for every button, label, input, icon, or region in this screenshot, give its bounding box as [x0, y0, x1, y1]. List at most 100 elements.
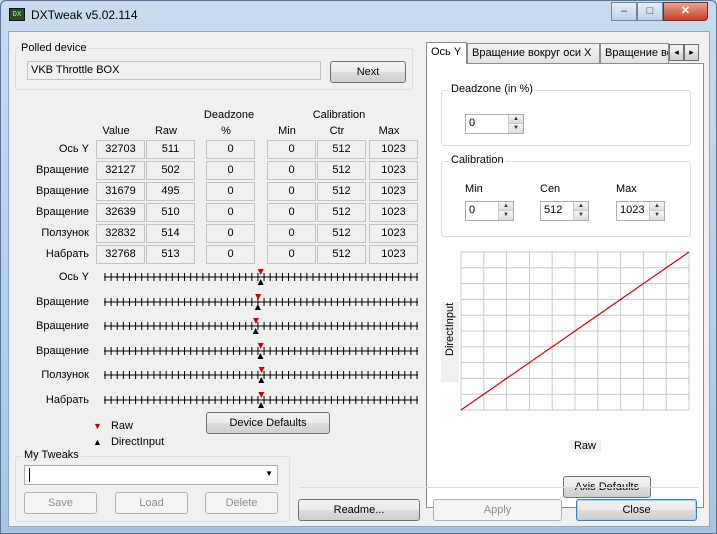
slider-label: Ползунок — [41, 369, 89, 382]
axis-cell-min[interactable]: 0 — [267, 245, 316, 264]
cal-max-label: Max — [616, 183, 637, 195]
tab-axis-y[interactable]: Ось Y — [426, 42, 467, 64]
slider-label: Вращение — [36, 320, 89, 333]
cal-min-spinner[interactable]: 0 ▲ ▼ — [465, 201, 514, 221]
axis-cell-value: 32639 — [96, 203, 145, 222]
axis-cell-max[interactable]: 1023 — [369, 224, 418, 243]
axis-cell-value: 32703 — [96, 140, 145, 159]
readme-button[interactable]: Readme... — [298, 499, 420, 521]
spin-up-icon[interactable]: ▲ — [574, 202, 588, 211]
graph-y-label: DirectInput — [444, 302, 456, 356]
axis-cell-ctr[interactable]: 512 — [317, 224, 366, 243]
tab-scroll-left-icon[interactable]: ◂ — [669, 44, 684, 61]
device-defaults-button[interactable]: Device Defaults — [206, 412, 330, 434]
axis-row-label: Ось Y — [58, 143, 89, 155]
tweaks-combo[interactable]: ▼ — [24, 465, 278, 485]
axis-cell-dz[interactable]: 0 — [206, 161, 255, 180]
axis-row-label: Набрать — [45, 248, 89, 260]
tweaks-combo-value — [29, 468, 32, 482]
axis-cell-dz[interactable]: 0 — [206, 140, 255, 159]
cal-min-label: Min — [465, 183, 483, 195]
axis-cell-ctr[interactable]: 512 — [317, 182, 366, 201]
directinput-marker — [258, 377, 265, 384]
axis-cell-max[interactable]: 1023 — [369, 182, 418, 201]
axis-row-label: Вращение — [36, 164, 89, 176]
spin-down-icon[interactable]: ▼ — [650, 211, 664, 220]
col-ctr-header: Ctr — [329, 125, 345, 137]
spin-down-icon[interactable]: ▼ — [499, 211, 513, 220]
deadzone-spinner-value: 0 — [469, 117, 476, 129]
axis-cell-value: 32127 — [96, 161, 145, 180]
axis-row-label: Вращение — [36, 206, 89, 218]
load-tweak-button[interactable]: Load — [115, 492, 188, 514]
save-tweak-button[interactable]: Save — [24, 492, 97, 514]
chevron-down-icon[interactable]: ▼ — [265, 469, 273, 478]
slider-scale — [104, 392, 418, 408]
close-window-button[interactable]: ✕ — [663, 2, 708, 21]
calibration-group-label: Calibration — [449, 154, 506, 166]
axis-cell-ctr[interactable]: 512 — [317, 161, 366, 180]
title-bar[interactable]: DX DXTweak v5.02.114 – □ ✕ — [1, 1, 716, 29]
axis-cell-max[interactable]: 1023 — [369, 140, 418, 159]
axis-cell-dz[interactable]: 0 — [206, 224, 255, 243]
col-value-header: Value — [102, 125, 130, 137]
axis-cell-max[interactable]: 1023 — [369, 245, 418, 264]
axis-tab-panel: Deadzone (in %) 0 ▲ ▼ Calibration Min Cen… — [426, 63, 704, 508]
axis-cell-value: 32832 — [96, 224, 145, 243]
axis-cell-min[interactable]: 0 — [267, 203, 316, 222]
cal-max-spinner[interactable]: 1023 ▲ ▼ — [616, 201, 665, 221]
client-area: Polled device VKB Throttle BOX Next Dead… — [8, 31, 710, 527]
directinput-marker-icon: ▲ — [93, 437, 102, 447]
deadzone-spinner[interactable]: 0 ▲ ▼ — [465, 114, 524, 134]
axis-cell-raw: 514 — [146, 224, 195, 243]
raw-marker — [255, 293, 262, 300]
footer-divider — [299, 487, 699, 488]
tab-rotation-x[interactable]: Вращение вокруг оси X — [467, 43, 600, 63]
col-raw-header: Raw — [154, 125, 177, 137]
axis-cell-max[interactable]: 1023 — [369, 161, 418, 180]
axis-cell-ctr[interactable]: 512 — [317, 140, 366, 159]
tab-scroll-right-icon[interactable]: ▸ — [684, 44, 699, 61]
raw-marker — [257, 342, 264, 349]
close-button[interactable]: Close — [576, 499, 697, 521]
legend-directinput: ▲ DirectInput — [93, 436, 164, 448]
spin-down-icon[interactable]: ▼ — [574, 211, 588, 220]
axis-cell-dz[interactable]: 0 — [206, 203, 255, 222]
axis-cell-max[interactable]: 1023 — [369, 203, 418, 222]
response-curve-graph — [460, 251, 690, 411]
device-name-field: VKB Throttle BOX — [27, 61, 321, 80]
spin-up-icon[interactable]: ▲ — [499, 202, 513, 211]
cal-max-value: 1023 — [620, 204, 645, 216]
legend-directinput-label: DirectInput — [110, 436, 165, 448]
next-button[interactable]: Next — [330, 61, 406, 83]
tab-rotation-partial[interactable]: Вращение во — [600, 43, 669, 63]
axis-row-label: Ползунок — [41, 227, 89, 239]
axis-cell-dz[interactable]: 0 — [206, 182, 255, 201]
delete-tweak-button[interactable]: Delete — [205, 492, 278, 514]
axis-cell-min[interactable]: 0 — [267, 140, 316, 159]
axis-cell-value: 32768 — [96, 245, 145, 264]
cal-cen-value: 512 — [544, 204, 563, 216]
spin-down-icon[interactable]: ▼ — [509, 124, 523, 133]
axis-cell-dz[interactable]: 0 — [206, 245, 255, 264]
axis-cell-min[interactable]: 0 — [267, 182, 316, 201]
apply-button[interactable]: Apply — [433, 499, 562, 521]
axis-slider-track — [102, 392, 420, 408]
axis-cell-min[interactable]: 0 — [267, 161, 316, 180]
axis-cell-ctr[interactable]: 512 — [317, 203, 366, 222]
dxtweak-window: DX DXTweak v5.02.114 – □ ✕ Polled device… — [0, 0, 717, 534]
window-title: DXTweak v5.02.114 — [31, 8, 138, 22]
col-max-header: Max — [378, 125, 400, 137]
axis-slider-track — [102, 293, 420, 310]
cal-cen-spinner[interactable]: 512 ▲ ▼ — [540, 201, 589, 221]
spin-up-icon[interactable]: ▲ — [509, 115, 523, 124]
maximize-button[interactable]: □ — [637, 2, 663, 21]
slider-label: Вращение — [36, 344, 89, 357]
slider-scale — [104, 367, 418, 384]
axis-cell-ctr[interactable]: 512 — [317, 245, 366, 264]
spin-up-icon[interactable]: ▲ — [650, 202, 664, 211]
minimize-button[interactable]: – — [611, 2, 637, 21]
axis-cell-min[interactable]: 0 — [267, 224, 316, 243]
slider-scale — [104, 293, 418, 310]
raw-marker-icon: ▼ — [93, 421, 102, 431]
